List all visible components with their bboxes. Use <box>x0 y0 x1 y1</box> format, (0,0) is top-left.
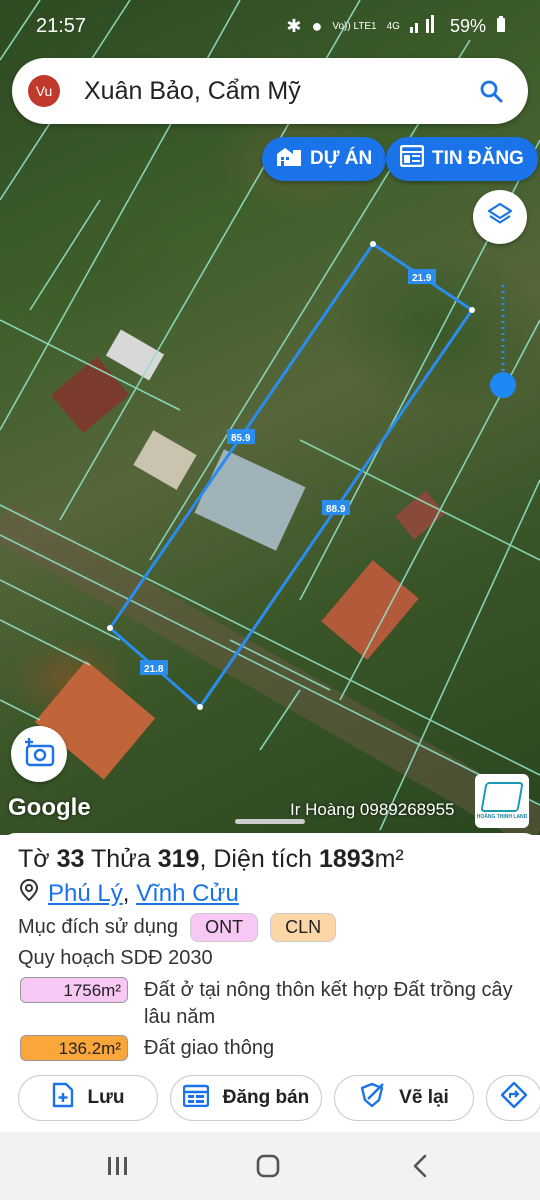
edge-label: 21.9 <box>412 273 432 284</box>
save-label: Lưu <box>87 1087 125 1108</box>
back-icon[interactable] <box>400 1152 440 1180</box>
signal-icon <box>409 15 440 38</box>
system-nav-bar <box>0 1132 540 1200</box>
satellite-map[interactable]: 21.9 85.9 88.9 21.8 <box>0 0 540 835</box>
avatar[interactable]: Vu <box>28 75 60 107</box>
purpose-tag-cln[interactable]: CLN <box>270 913 337 942</box>
network-type: 4G <box>386 20 400 32</box>
battery-icon <box>496 16 506 37</box>
search-icon[interactable] <box>474 74 508 108</box>
search-bar[interactable]: Vu Xuân Bảo, Cẩm Mỹ <box>12 58 528 124</box>
listings-label: TIN ĐĂNG <box>432 148 524 169</box>
sheet-number: 33 <box>56 845 85 873</box>
planning-area: 136.2m² <box>20 1035 128 1061</box>
area-value: 1893 <box>318 845 375 873</box>
location-icon: ● <box>311 16 323 36</box>
building-icon <box>276 145 302 173</box>
location-title[interactable]: Xuân Bảo, Cẩm Mỹ <box>84 77 474 106</box>
action-bar: Lưu Đăng bán Vẽ lại <box>0 1075 540 1125</box>
parcel-location: Phú Lý, Vĩnh Cửu <box>19 878 239 908</box>
plot-number: 319 <box>157 845 200 873</box>
volte-indicator: Vo)) LTE1 <box>332 20 377 32</box>
location-pin-icon <box>19 878 39 908</box>
planning-row: 1756m² Đất ở tại nông thôn kết hợp Đất t… <box>20 977 514 1031</box>
sheet-label: Tờ <box>18 845 50 873</box>
planning-desc: Đất ở tại nông thôn kết hợp Đất trồng câ… <box>144 979 513 1028</box>
directions-icon <box>500 1081 528 1114</box>
status-time: 21:57 <box>36 15 87 37</box>
planning-row: 136.2m² Đất giao thông <box>20 1035 514 1062</box>
parcel-heading: Tờ 33 Thửa 319, Diện tích 1893m² <box>18 845 404 873</box>
redraw-button[interactable]: Vẽ lại <box>334 1075 474 1121</box>
recent-apps-icon[interactable] <box>98 1152 138 1180</box>
battery-level: 59% <box>449 16 486 36</box>
layers-icon <box>487 202 513 233</box>
pencil-shape-icon <box>359 1082 385 1114</box>
map-credit: Ir Hoàng 0989268955 <box>290 800 455 819</box>
projects-button[interactable]: DỰ ÁN <box>262 137 387 181</box>
purpose-label: Mục đích sử dụng <box>18 916 179 938</box>
edge-label: 85.9 <box>231 433 251 444</box>
land-use-purpose: Mục đích sử dụng ONT CLN <box>18 913 337 942</box>
planning-title: Quy hoạch SDĐ 2030 <box>18 947 213 969</box>
map-overlay: 21.9 85.9 88.9 21.8 <box>0 0 540 835</box>
add-file-icon <box>52 1082 74 1114</box>
directions-button[interactable] <box>486 1075 540 1121</box>
building-roof <box>133 430 197 490</box>
purpose-tag-ont[interactable]: ONT <box>190 913 259 942</box>
logo-mark <box>480 782 524 812</box>
slider-handle[interactable] <box>490 372 516 398</box>
add-photo-icon <box>23 737 55 772</box>
newspaper-icon <box>399 144 425 173</box>
projects-label: DỰ ÁN <box>310 148 373 169</box>
sheet-handle[interactable] <box>235 819 305 824</box>
planning-desc: Đất giao thông <box>144 1037 275 1059</box>
parcel-info-sheet: Tờ 33 Thửa 319, Diện tích 1893m² Phú Lý,… <box>0 819 540 1133</box>
bluetooth-icon: ✱ <box>286 16 302 36</box>
planning-area: 1756m² <box>20 977 128 1003</box>
save-button[interactable]: Lưu <box>18 1075 158 1121</box>
home-icon[interactable] <box>248 1152 288 1180</box>
layers-button[interactable] <box>473 190 527 244</box>
edge-label: 21.8 <box>144 664 164 675</box>
redraw-label: Vẽ lại <box>399 1087 449 1108</box>
area-label: Diện tích <box>213 845 313 873</box>
ward-link[interactable]: Phú Lý <box>48 880 123 907</box>
building-roof <box>321 560 419 660</box>
logo-text: HOÀNG THỊNH LAND <box>476 814 528 820</box>
plot-label: Thửa <box>90 845 151 873</box>
calendar-icon <box>182 1083 209 1113</box>
sell-label: Đăng bán <box>222 1087 310 1108</box>
edge-label: 88.9 <box>326 504 346 515</box>
district-link[interactable]: Vĩnh Cửu <box>136 880 239 907</box>
listings-button[interactable]: TIN ĐĂNG <box>386 137 538 181</box>
status-bar: 21:57 ✱ ● Vo)) LTE1 4G 59% <box>0 0 540 50</box>
post-for-sale-button[interactable]: Đăng bán <box>170 1075 322 1121</box>
building-roof <box>194 449 306 551</box>
brand-logo[interactable]: HOÀNG THỊNH LAND <box>475 774 529 828</box>
google-attribution: Google <box>8 794 91 821</box>
add-photo-button[interactable] <box>11 726 67 782</box>
area-unit: m² <box>374 845 404 873</box>
